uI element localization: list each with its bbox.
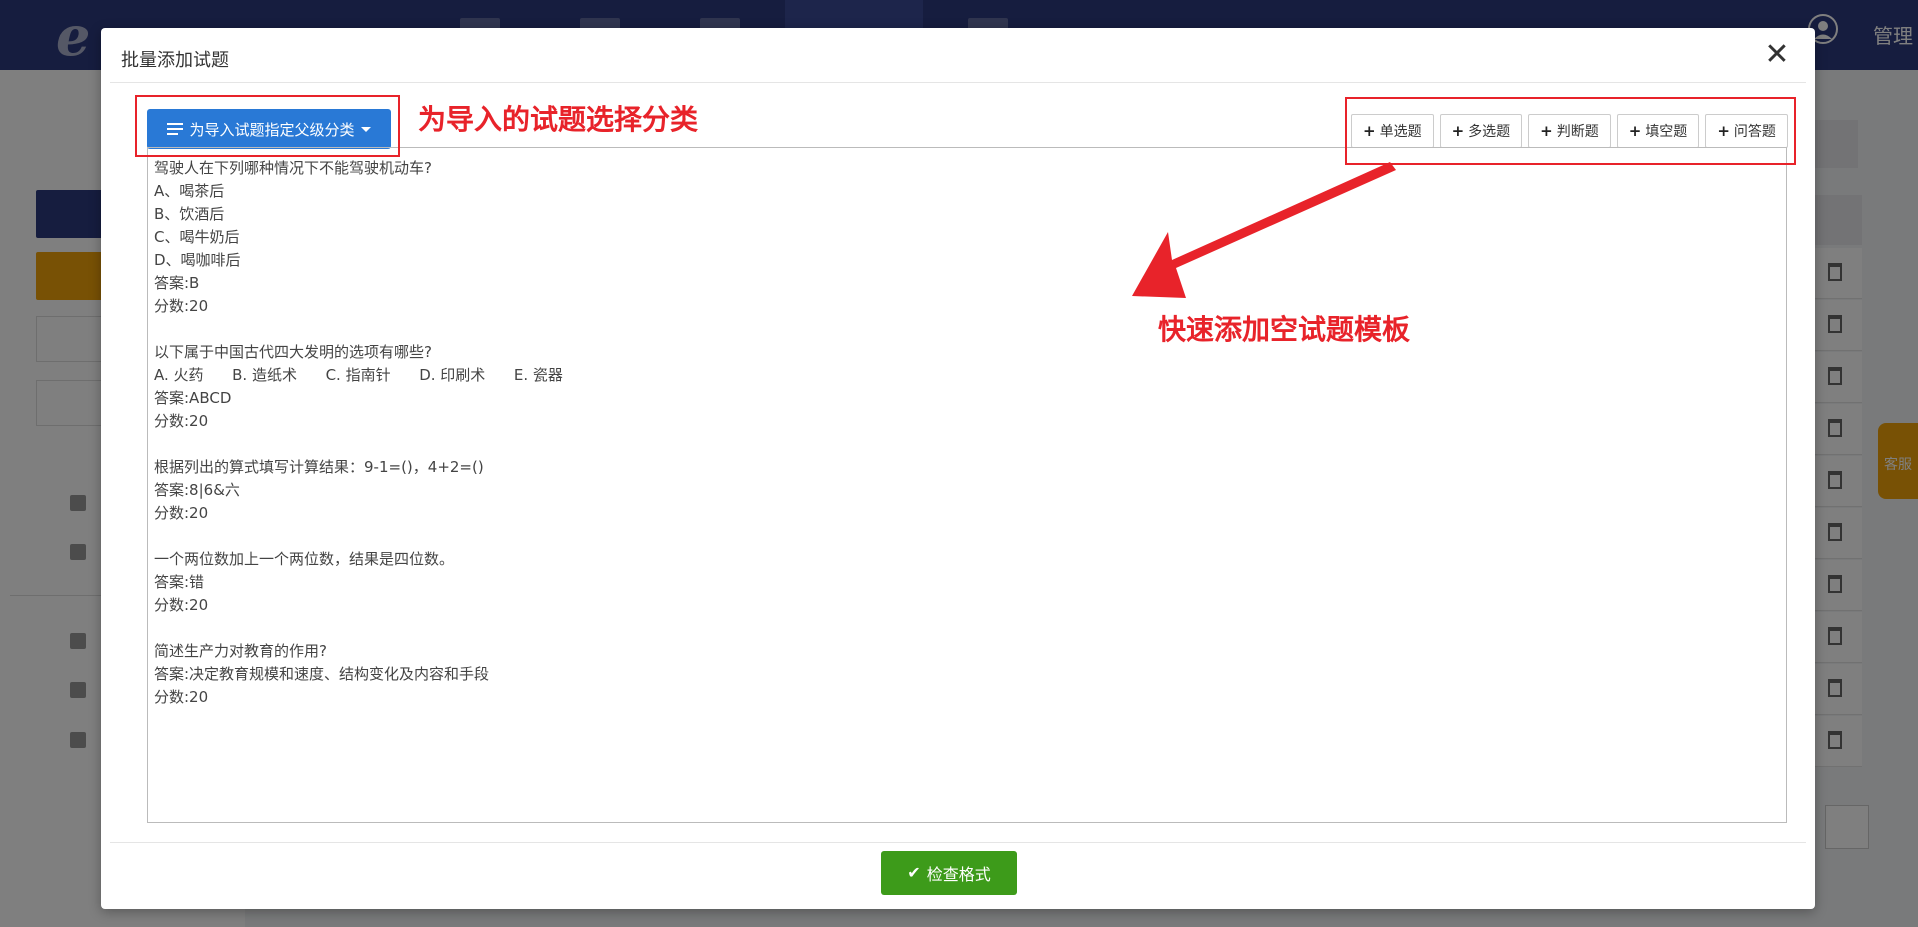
annotation-arrow-icon [1132, 162, 1396, 298]
